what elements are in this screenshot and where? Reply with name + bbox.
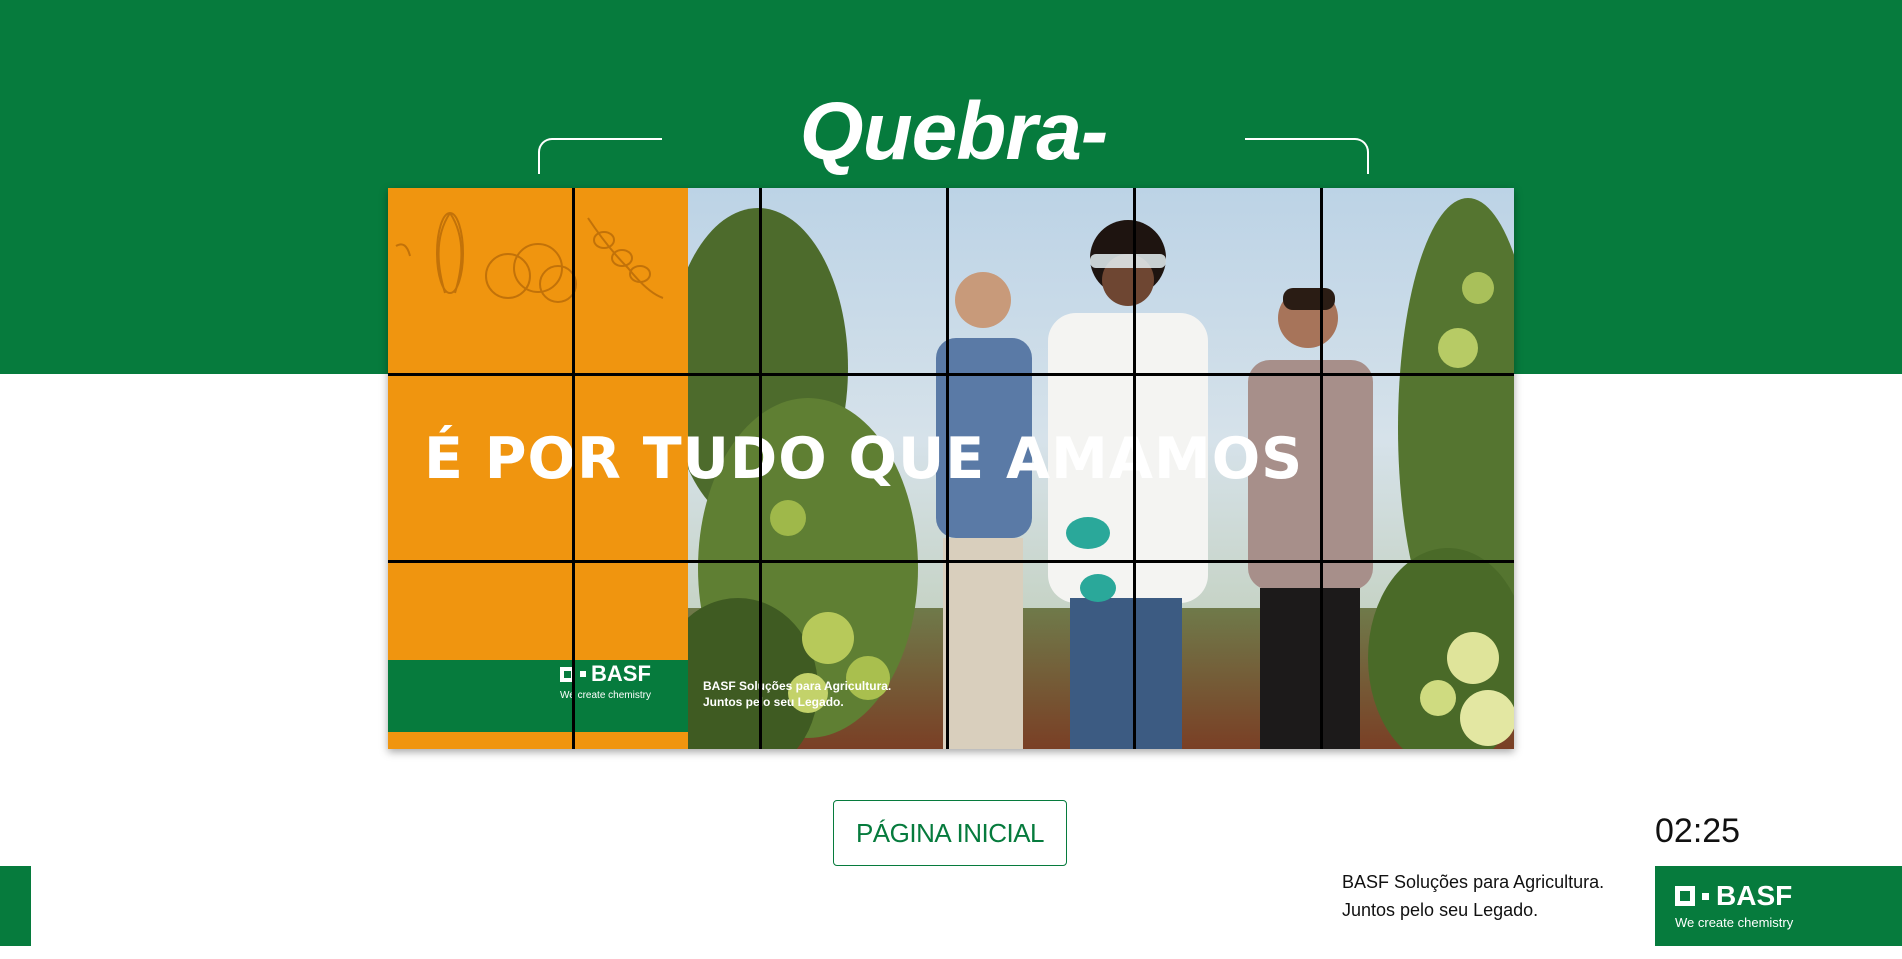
title-bracket-left (538, 138, 662, 174)
title-block: Quebra-Cabeça (538, 82, 1369, 277)
home-button[interactable]: PÁGINA INICIAL (833, 800, 1067, 866)
ad-basf-logo: BASF We create chemistry (560, 662, 651, 703)
basf-square-icon (1675, 886, 1695, 906)
ad-brand-tagline: We create chemistry (560, 690, 651, 701)
basf-dot-icon (580, 671, 586, 677)
ad-tagline-line2: Juntos pelo seu Legado. (703, 695, 844, 709)
basf-dot-icon (1702, 892, 1709, 900)
footer-brand-tagline: We create chemistry (1675, 915, 1794, 930)
ad-brand-text: BASF (591, 661, 651, 686)
footer-tagline-line1: BASF Soluções para Agricultura. (1342, 872, 1605, 892)
puzzle-board[interactable]: É POR TUDO QUE AMAMOS BASF We create che… (388, 188, 1514, 749)
countdown-timer: 02:25 (1655, 812, 1741, 850)
puzzle-page: Quebra-Cabeça (0, 0, 1902, 959)
footer-basf-logo: BASF We create chemistry (1655, 866, 1902, 946)
title-bracket-right (1245, 138, 1369, 174)
footer-brand-text: BASF (1716, 880, 1793, 911)
ad-tagline: BASF Soluções para Agricultura. Juntos p… (703, 678, 891, 710)
basf-square-icon (560, 666, 575, 682)
ad-tagline-line1: BASF Soluções para Agricultura. (703, 679, 892, 693)
ad-headline: É POR TUDO QUE AMAMOS (424, 426, 1304, 492)
footer-tagline: BASF Soluções para Agricultura. Juntos p… (1342, 868, 1604, 924)
footer-accent-bar (0, 866, 31, 946)
footer-tagline-line2: Juntos pelo seu Legado. (1342, 900, 1539, 920)
